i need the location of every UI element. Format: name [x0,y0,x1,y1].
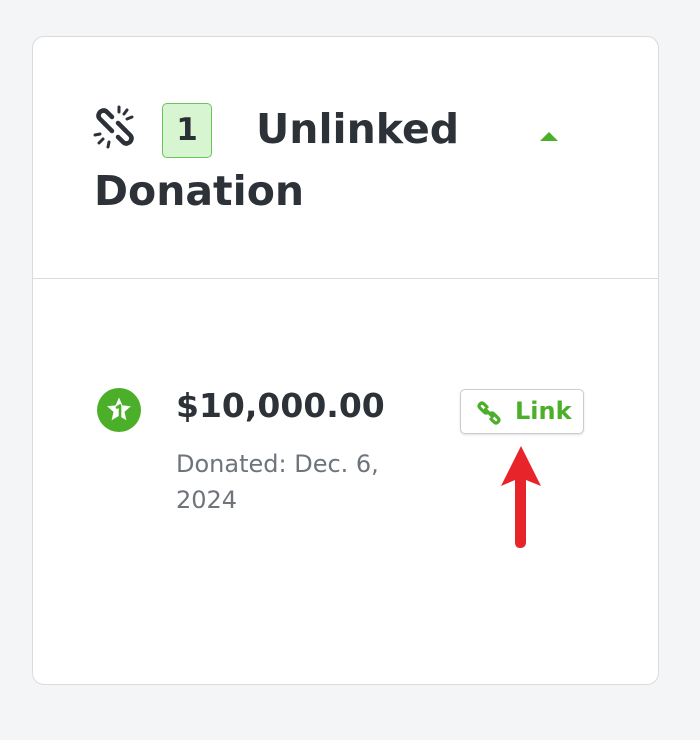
red-arrow-up-icon [501,446,541,548]
unlinked-count-badge: 1 [162,103,212,158]
donation-date: Donated: Dec. 6, 2024 [176,450,379,514]
donation-list-item: $10,000.00 Donated: Dec. 6, 2024 Link [33,279,658,579]
chain-link-icon [477,401,501,425]
collapse-toggle-button[interactable] [531,123,567,149]
star-badge-icon [97,388,141,432]
unlinked-donations-card: 1 Unlinked Donation $10,000.00 Donated: … [32,36,659,685]
caret-up-icon [540,132,558,141]
link-donation-button[interactable]: Link [460,389,584,434]
section-title-line1: Unlinked [256,105,460,153]
donation-amount: $10,000.00 [176,386,385,425]
card-header[interactable]: 1 Unlinked Donation [33,37,658,279]
link-button-label: Link [515,397,572,425]
section-title-line2: Donation [94,167,305,215]
unlink-icon [93,105,134,149]
